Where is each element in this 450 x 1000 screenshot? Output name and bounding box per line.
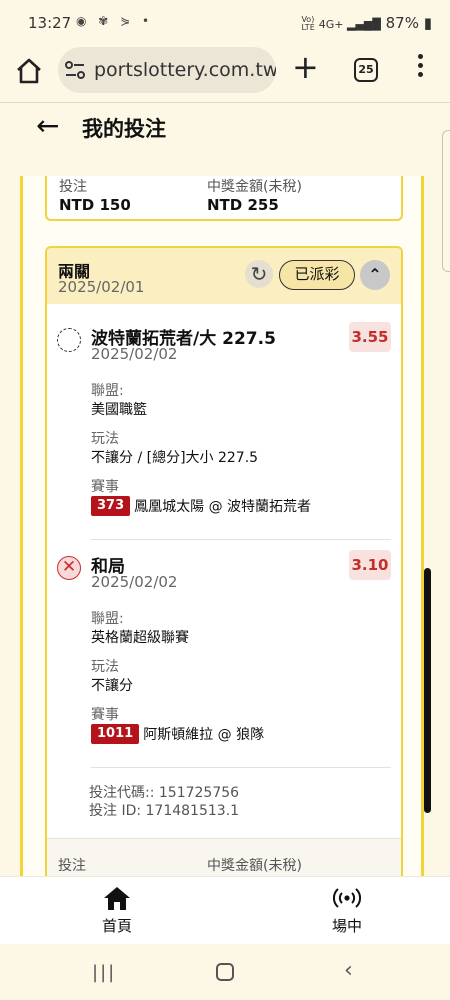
site-settings-icon[interactable] <box>64 60 86 80</box>
tab-switcher-button[interactable]: 25 <box>354 58 378 82</box>
nav-live[interactable]: 場中 <box>307 885 387 936</box>
browser-menu-icon[interactable] <box>418 54 424 81</box>
selection-item: 波特蘭拓荒者/大 227.5 2025/02/02 3.55 聯盟: 美國職籃 … <box>47 318 401 518</box>
selection-divider <box>91 539 391 540</box>
home-icon[interactable] <box>14 56 44 86</box>
system-back-icon[interactable]: ‹ <box>344 958 353 983</box>
combo-bet-card: 兩關 2025/02/01 ↻ 已派彩 ⌃ 波特蘭拓荒者/大 227.5 202… <box>45 246 403 876</box>
stake-block: 投注 NTD 150 <box>59 176 131 214</box>
side-panel-handle[interactable] <box>442 130 450 272</box>
payout-label: 中獎金額(未稅) <box>207 179 302 195</box>
nav-live-label: 場中 <box>331 917 362 935</box>
house-icon <box>104 887 130 910</box>
event-label: 賽事 <box>91 707 119 723</box>
payout-label: 中獎金額(未稅) <box>207 858 302 874</box>
network-indicator: Vo) LTE <box>301 14 315 32</box>
market-label: 玩法 <box>91 431 119 447</box>
status-right: Vo) LTE 4G+ ▂▄▆█ 87% ▮ <box>301 14 432 32</box>
event-row: 373 鳳凰城太陽 @ 波特蘭拓荒者 <box>91 496 311 516</box>
bet-list-container: 投注 NTD 150 中獎金額(未稅) NTD 255 兩關 2025/02/0… <box>20 176 424 876</box>
battery-level: 87% <box>385 14 419 32</box>
new-tab-button[interactable]: + <box>292 50 319 84</box>
bet-id: 投注 ID: 171481513.1 <box>89 803 240 819</box>
nav-home[interactable]: 首頁 <box>77 885 157 936</box>
status-badge: 已派彩 <box>279 260 355 290</box>
browser-toolbar: portslottery.com.tw + 25 <box>0 44 450 102</box>
selection-odds: 3.10 <box>349 550 391 580</box>
address-bar[interactable]: portslottery.com.tw <box>58 47 276 93</box>
bet-codes: 投注代碼:: 151725756 投注 ID: 171481513.1 <box>89 784 239 820</box>
status-bar: 13:27 ◉ ✾ ⋟ • Vo) LTE 4G+ ▂▄▆█ 87% ▮ <box>0 0 450 44</box>
combo-bet-footer: 投注 中獎金額(未稅) <box>47 838 401 876</box>
stake-value: NTD 150 <box>59 196 131 214</box>
league-label: 聯盟: <box>91 383 124 399</box>
event-name: 阿斯頓維拉 @ 狼隊 <box>143 727 265 743</box>
refresh-icon[interactable]: ↻ <box>245 260 273 288</box>
page-title: 我的投注 <box>82 117 166 141</box>
payout-block: 中獎金額(未稅) NTD 255 <box>207 176 302 214</box>
notification-icons: ◉ ✾ ⋟ • <box>76 14 154 28</box>
market-value: 不讓分 / [總分]大小 227.5 <box>91 450 259 466</box>
status-time: 13:27 <box>28 14 72 32</box>
pending-status-icon <box>57 328 81 352</box>
combo-bet-header[interactable]: 兩關 2025/02/01 ↻ 已派彩 ⌃ <box>47 248 401 304</box>
back-arrow-icon[interactable]: ← <box>36 109 59 142</box>
bet-code: 投注代碼:: 151725756 <box>89 785 240 801</box>
page-header: ← 我的投注 <box>0 103 450 159</box>
nav-home-label: 首頁 <box>101 917 132 935</box>
selection-date: 2025/02/02 <box>91 573 178 591</box>
league-label: 聯盟: <box>91 611 124 627</box>
event-number-badge: 373 <box>91 496 131 516</box>
recent-apps-icon[interactable]: ||| <box>92 962 116 983</box>
event-number-badge: 1011 <box>91 724 140 744</box>
selection-item: ✕ 和局 2025/02/02 3.10 聯盟: 英格蘭超級聯賽 玩法 不讓分 … <box>47 546 401 746</box>
system-navigation: ||| ‹ <box>0 944 450 1000</box>
selection-date: 2025/02/02 <box>91 345 178 363</box>
selection-odds: 3.55 <box>349 322 391 352</box>
league-value: 美國職籃 <box>91 402 147 418</box>
previous-bet-summary: 投注 NTD 150 中獎金額(未稅) NTD 255 <box>45 176 403 221</box>
market-value: 不讓分 <box>91 678 133 694</box>
event-label: 賽事 <box>91 479 119 495</box>
stake-label: 投注 <box>58 858 86 874</box>
system-home-icon[interactable] <box>216 963 234 981</box>
event-row: 1011 阿斯頓維拉 @ 狼隊 <box>91 724 264 744</box>
page-scrollbar[interactable] <box>424 568 431 813</box>
signal-icon: 4G+ ▂▄▆█ <box>318 18 381 31</box>
payout-value: NTD 255 <box>207 196 279 214</box>
url-text: portslottery.com.tw <box>94 59 276 81</box>
league-value: 英格蘭超級聯賽 <box>91 630 189 646</box>
battery-icon: ▮ <box>423 14 432 32</box>
market-label: 玩法 <box>91 659 119 675</box>
lost-status-icon: ✕ <box>57 556 81 580</box>
bottom-navigation: 首頁 場中 <box>0 876 450 944</box>
bet-date: 2025/02/01 <box>58 278 145 296</box>
chevron-up-icon[interactable]: ⌃ <box>360 260 390 290</box>
stake-label: 投注 <box>59 179 87 195</box>
selection-divider <box>91 767 391 768</box>
broadcast-icon <box>332 888 362 908</box>
event-name: 鳳凰城太陽 @ 波特蘭拓荒者 <box>134 499 312 515</box>
